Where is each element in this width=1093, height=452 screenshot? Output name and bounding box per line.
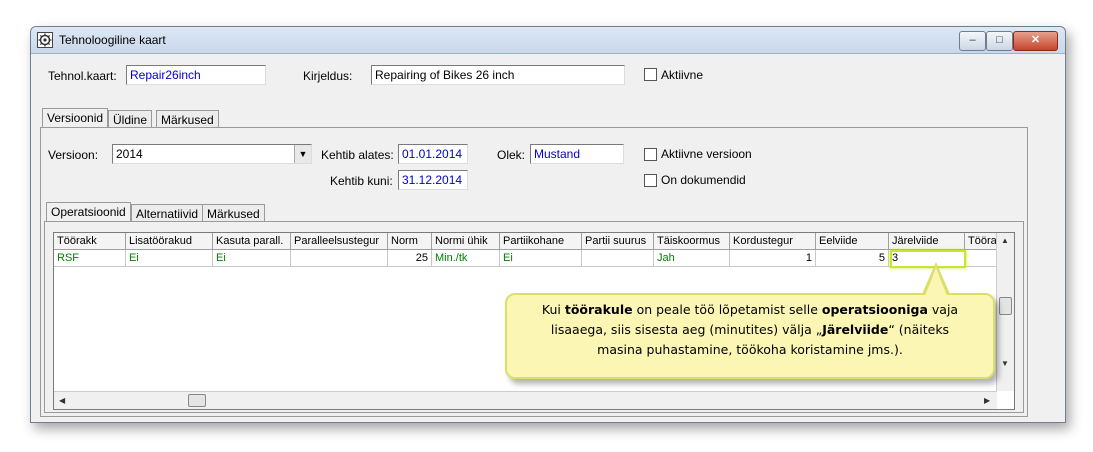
scroll-down-icon[interactable]: ▼ xyxy=(1001,359,1009,368)
table-cell[interactable]: RSF xyxy=(54,250,126,267)
active-version-label: Aktiivne versioon xyxy=(661,147,752,161)
scroll-up-icon[interactable]: ▲ xyxy=(1001,236,1009,245)
valid-from-label: Kehtib alates: xyxy=(321,148,394,162)
scroll-left-icon[interactable]: ◀ xyxy=(59,396,65,405)
close-button[interactable]: ✕ xyxy=(1013,31,1058,51)
version-label: Versioon: xyxy=(48,148,99,162)
column-header[interactable]: Kasuta parall. xyxy=(213,233,291,250)
active-checkbox[interactable] xyxy=(644,68,657,81)
app-gear-icon xyxy=(37,32,53,48)
description-input[interactable]: Repairing of Bikes 26 inch xyxy=(371,65,625,85)
column-header[interactable]: Eelviide xyxy=(816,233,889,250)
card-input[interactable]: Repair26inch xyxy=(126,65,266,85)
table-cell[interactable]: Ei xyxy=(126,250,213,267)
horizontal-scroll-thumb[interactable] xyxy=(188,394,206,407)
column-header[interactable]: Kordustegur xyxy=(730,233,816,250)
tab-operatsioonid[interactable]: Operatsioonid xyxy=(46,202,131,221)
description-label: Kirjeldus: xyxy=(303,69,353,83)
column-header[interactable]: Partii suurus xyxy=(582,233,654,250)
tab-versioonid[interactable]: Versioonid xyxy=(42,108,109,127)
chevron-down-icon[interactable]: ▼ xyxy=(294,145,311,163)
callout-line-1: Kui töörakule on peale töö lõpetamist se… xyxy=(541,302,959,317)
has-documents-checkbox[interactable] xyxy=(644,174,657,187)
horizontal-scrollbar[interactable]: ◀ ▶ xyxy=(54,391,997,409)
scroll-right-icon[interactable]: ▶ xyxy=(984,396,990,405)
table-cell[interactable]: 25 xyxy=(388,250,432,267)
callout-line-3: masina puhastamine, töökoha koristamine … xyxy=(597,342,903,357)
column-header[interactable]: Paralleelsustegur xyxy=(291,233,388,250)
window-title: Tehnoloogiline kaart xyxy=(59,33,166,47)
valid-from-input[interactable]: 01.01.2014 xyxy=(398,144,468,164)
table-cell[interactable]: Ei xyxy=(213,250,291,267)
state-input[interactable]: Mustand xyxy=(530,144,624,164)
column-header[interactable]: Partiikohane xyxy=(500,233,582,250)
column-header[interactable]: Norm xyxy=(388,233,432,250)
callout-note: Kui töörakule on peale töö lõpetamist se… xyxy=(505,293,995,379)
callout-pointer-fill xyxy=(925,268,947,296)
state-label: Olek: xyxy=(497,148,526,162)
version-select-value: 2014 xyxy=(116,147,143,161)
table-cell[interactable]: Jah xyxy=(654,250,730,267)
active-label: Aktiivne xyxy=(661,68,704,82)
table-cell[interactable]: Min./tk xyxy=(432,250,500,267)
column-header[interactable]: Lisatöörakud xyxy=(126,233,213,250)
table-cell[interactable]: Ei xyxy=(500,250,582,267)
table-cell[interactable] xyxy=(291,250,388,267)
column-header[interactable]: Järelviide xyxy=(889,233,965,250)
table-cell[interactable] xyxy=(582,250,654,267)
column-header[interactable]: Normi ühik xyxy=(432,233,500,250)
valid-to-label: Kehtib kuni: xyxy=(330,174,393,188)
card-label: Tehnol.kaart: xyxy=(48,69,117,83)
callout-line-2: lisaaega, siis sisesta aeg (minutites) v… xyxy=(550,322,950,337)
has-documents-label: On dokumendid xyxy=(661,173,746,187)
valid-to-input[interactable]: 31.12.2014 xyxy=(398,170,468,190)
vertical-scroll-thumb[interactable] xyxy=(999,297,1012,315)
vertical-scrollbar[interactable]: ▲ ▼ xyxy=(996,233,1014,391)
table-cell[interactable]: 1 xyxy=(730,250,816,267)
minimize-button[interactable]: – xyxy=(959,31,986,51)
column-header[interactable]: Töörakk xyxy=(54,233,126,250)
version-select[interactable]: 2014 ▼ xyxy=(112,144,312,164)
active-version-checkbox[interactable] xyxy=(644,148,657,161)
table-cell[interactable]: 5 xyxy=(816,250,889,267)
maximize-button[interactable]: □ xyxy=(986,31,1013,51)
column-header[interactable]: Täiskoormus xyxy=(654,233,730,250)
title-bar: Tehnoloogiline kaart – □ ✕ xyxy=(31,27,1065,54)
